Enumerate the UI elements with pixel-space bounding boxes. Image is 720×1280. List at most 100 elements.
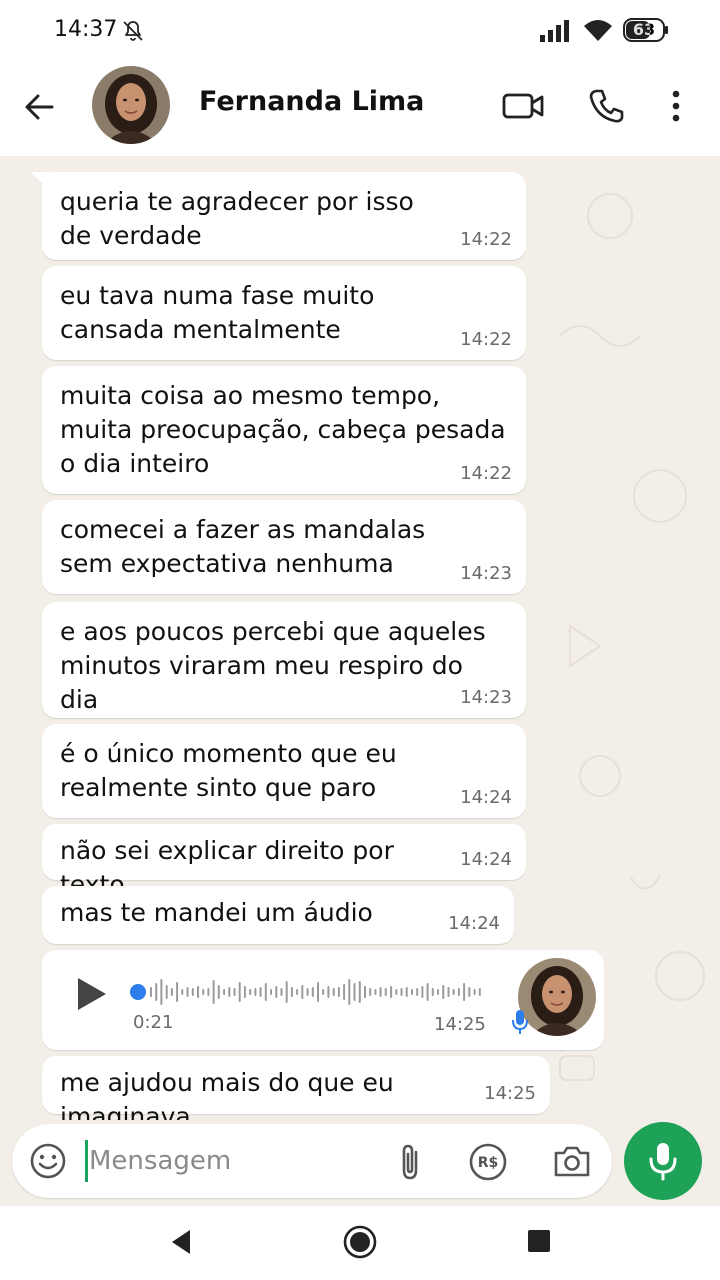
waveform-bar [176, 982, 179, 1002]
message-text: e aos poucos percebi que aqueles minutos… [60, 617, 486, 714]
message-time: 14:24 [460, 787, 512, 808]
back-arrow-icon[interactable] [20, 87, 60, 127]
avatar-photo [92, 66, 170, 144]
message-bubble[interactable]: não sei explicar direito por texto 14:24 [42, 824, 526, 899]
message-text: é o único momento que eu realmente sinto… [60, 739, 397, 802]
message-text: queria te agradecer por isso de verdade [60, 187, 414, 250]
attach-icon[interactable] [394, 1142, 426, 1182]
message-time: 14:22 [460, 229, 512, 250]
waveform-bar [202, 989, 205, 995]
waveform-bar [478, 988, 481, 996]
waveform-bar [254, 988, 257, 996]
waveform-bar [384, 988, 387, 996]
mic-icon [512, 1010, 528, 1034]
message-bubble[interactable]: me ajudou mais do que eu imaginava 14:25 [42, 1056, 550, 1120]
waveform-bar [191, 988, 194, 996]
waveform-bar [290, 987, 293, 997]
waveform-bar [317, 982, 319, 1002]
message-bubble[interactable]: mas te mandei um áudio 14:24 [42, 886, 514, 944]
message-input[interactable] [89, 1140, 379, 1182]
signal-icon [540, 20, 569, 42]
waveform-bar [395, 989, 398, 995]
mic-icon [649, 1143, 677, 1181]
waveform-bar [473, 989, 476, 995]
play-icon[interactable] [72, 974, 112, 1014]
waveform-bar [165, 985, 168, 999]
waveform-bar [426, 983, 429, 1001]
waveform-bar [223, 989, 226, 995]
waveform-bar [400, 988, 403, 996]
waveform-bar [155, 983, 158, 1001]
message-bubble[interactable]: e aos poucos percebi que aqueles minutos… [42, 602, 526, 718]
message-bubble[interactable]: comecei a fazer as mandalas sem expectat… [42, 500, 526, 594]
waveform-bar [285, 981, 288, 1003]
chat-area[interactable]: queria te agradecer por isso de verdade … [0, 156, 720, 1120]
wifi-icon [584, 20, 612, 41]
message-time: 14:24 [460, 849, 512, 870]
message-bubble[interactable]: muita coisa ao mesmo tempo, muita preocu… [42, 366, 526, 494]
voice-time: 14:25 [434, 1014, 486, 1035]
message-time: 14:22 [460, 329, 512, 350]
waveform-bar [259, 987, 262, 997]
waveform-bar [217, 985, 220, 999]
emoji-icon[interactable] [29, 1142, 67, 1180]
battery-level: 63 [632, 20, 656, 39]
waveform-bar [207, 988, 210, 996]
message-text: comecei a fazer as mandalas sem expectat… [60, 515, 426, 578]
message-text: me ajudou mais do que eu imaginava [60, 1068, 394, 1120]
message-time: 14:22 [460, 463, 512, 484]
record-voice-button[interactable] [624, 1122, 702, 1200]
waveform-bar [343, 984, 346, 1000]
phone-icon[interactable] [584, 84, 628, 128]
waveform-bar [264, 983, 267, 1001]
voice-progress-handle[interactable] [130, 984, 146, 1000]
video-call-icon[interactable] [500, 84, 546, 128]
waveform-bar [405, 987, 408, 997]
bell-off-icon [123, 21, 143, 41]
message-text: mas te mandei um áudio [60, 898, 373, 927]
payment-icon[interactable]: R$ [468, 1142, 508, 1182]
waveform-bar [170, 988, 173, 996]
contact-avatar[interactable] [92, 66, 170, 144]
status-bar: 14:37 63 [0, 0, 720, 62]
waveform-bar [327, 986, 330, 998]
svg-text:R$: R$ [478, 1155, 499, 1171]
waveform-bar [442, 985, 445, 999]
nav-recents-icon[interactable] [528, 1230, 550, 1252]
waveform-bar [379, 987, 382, 997]
more-vert-icon[interactable] [660, 84, 692, 128]
message-composer: R$ [12, 1124, 612, 1198]
waveform-bar [301, 985, 304, 999]
waveform-bar [416, 988, 419, 996]
waveform-bar [369, 988, 372, 996]
waveform-bar [431, 988, 434, 996]
waveform-bar [275, 986, 278, 998]
waveform-bar [228, 987, 231, 997]
message-bubble[interactable]: queria te agradecer por isso de verdade … [30, 172, 526, 260]
waveform-bar [150, 987, 152, 997]
camera-icon[interactable] [552, 1142, 592, 1180]
waveform-bar [306, 988, 309, 996]
voice-duration: 0:21 [133, 1012, 174, 1033]
message-text: muita coisa ao mesmo tempo, muita preocu… [60, 381, 506, 478]
waveform-bar [452, 989, 455, 995]
waveform-bar [457, 988, 460, 996]
waveform-bar [332, 988, 335, 996]
waveform-bar [243, 986, 246, 998]
message-bubble[interactable]: é o único momento que eu realmente sinto… [42, 724, 526, 818]
waveform-bar [160, 979, 163, 1005]
waveform-bar [249, 989, 252, 995]
waveform-bar [280, 988, 283, 996]
message-bubble[interactable]: eu tava numa fase muito cansada mentalme… [42, 266, 526, 360]
message-time: 14:25 [484, 1083, 536, 1104]
waveform-bar [353, 983, 356, 1001]
waveform-bar [322, 989, 325, 995]
nav-home-icon[interactable] [342, 1224, 378, 1260]
nav-back-icon[interactable] [168, 1228, 194, 1256]
chat-header: Fernanda Lima [0, 62, 720, 156]
waveform-bar [212, 980, 215, 1004]
voice-waveform[interactable] [150, 976, 484, 1008]
waveform-bar [421, 986, 424, 998]
voice-message[interactable]: 0:21 14:25 [42, 950, 604, 1050]
contact-name[interactable]: Fernanda Lima [199, 86, 424, 117]
